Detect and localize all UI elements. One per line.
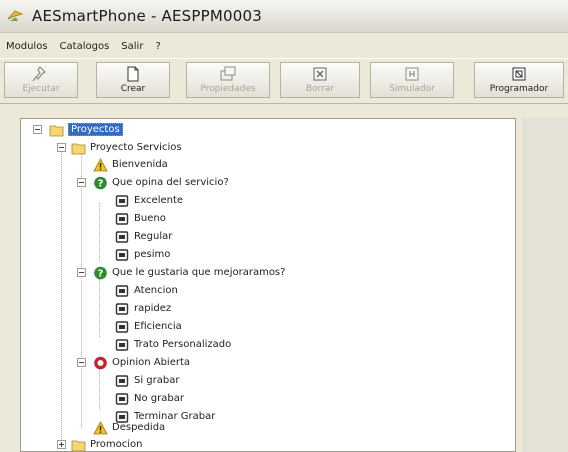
tree-collapse-toggle[interactable]	[33, 125, 42, 134]
tree-item-label: Proyectos	[68, 123, 123, 136]
tree-item-excelente[interactable]: Excelente	[115, 192, 183, 209]
tree-item-label: Que opina del servicio?	[112, 177, 229, 188]
folder-icon	[71, 143, 86, 154]
option-icon	[115, 374, 129, 387]
propiedades-label: Propiedades	[200, 84, 256, 94]
question-icon: ?	[94, 266, 107, 279]
tree-collapse-toggle[interactable]	[77, 268, 86, 277]
menu-bar: Modulos Catalogos Salir ?	[0, 36, 568, 56]
option-icon	[115, 320, 129, 333]
tree-item-bueno[interactable]: Bueno	[115, 210, 166, 227]
tree-item-label: rapidez	[134, 303, 172, 314]
option-icon	[115, 248, 129, 261]
tree-connector	[99, 203, 100, 261]
toolbar: Ejecutar Crear Propiedades Borrar Simula…	[0, 58, 568, 104]
option-icon	[115, 230, 129, 243]
tree-expand-toggle[interactable]	[57, 440, 66, 449]
tree-item-trato-personalizado[interactable]: Trato Personalizado	[115, 336, 231, 353]
tree-connector	[81, 151, 82, 427]
tree-item-eficiencia[interactable]: Eficiencia	[115, 318, 182, 335]
menu-salir[interactable]: Salir	[115, 41, 149, 52]
programmer-icon	[512, 67, 526, 81]
menu-modulos[interactable]: Modulos	[0, 41, 54, 52]
borrar-button[interactable]: Borrar	[280, 62, 360, 98]
tree-item-label: Promocion	[90, 439, 143, 450]
tree-item-label: Bienvenida	[112, 159, 168, 170]
tree-item-label: Excelente	[134, 195, 184, 206]
option-icon	[115, 338, 129, 351]
tree-item-despedida[interactable]: Despedida	[93, 419, 165, 436]
tree-item-proyectos[interactable]: Proyectos	[49, 121, 123, 138]
programador-label: Programador	[489, 84, 549, 94]
svg-text:?: ?	[98, 178, 104, 189]
borrar-label: Borrar	[305, 84, 335, 94]
crear-button[interactable]: Crear	[96, 62, 170, 98]
tree-connector	[61, 151, 62, 443]
option-icon	[115, 392, 129, 405]
tree-item-promocion[interactable]: Promocion	[71, 436, 143, 451]
tree-item-label: Eficiencia	[134, 321, 182, 332]
title-bar: AESmartPhone - AESPPM0003	[0, 0, 568, 33]
simulator-icon	[405, 67, 419, 81]
new-document-icon	[127, 66, 139, 82]
tree-item-que-opina[interactable]: ? Que opina del servicio?	[93, 174, 229, 191]
tree-item-opinion-abierta[interactable]: Opinion Abierta	[93, 354, 190, 371]
app-logo-icon	[7, 10, 24, 21]
propiedades-button[interactable]: Propiedades	[186, 62, 270, 98]
tree-item-atencion[interactable]: Atencion	[115, 282, 178, 299]
question-icon: ?	[94, 176, 107, 189]
tree-connector	[99, 279, 100, 337]
tree-item-label: Si grabar	[134, 375, 180, 386]
simulador-button[interactable]: Simulador	[370, 62, 454, 98]
tree-item-bienvenida[interactable]: Bienvenida	[93, 156, 168, 173]
tree-item-label: No grabar	[134, 393, 184, 404]
tree-item-label: pesimo	[134, 249, 171, 260]
option-icon	[115, 194, 129, 207]
ejecutar-button[interactable]: Ejecutar	[4, 62, 78, 98]
tree-item-regular[interactable]: Regular	[115, 228, 172, 245]
option-icon	[115, 302, 129, 315]
crear-label: Crear	[120, 84, 146, 94]
option-icon	[115, 212, 129, 225]
folder-icon	[71, 440, 86, 451]
tree-item-label: Atencion	[134, 285, 178, 296]
record-icon	[94, 356, 107, 369]
menu-catalogos[interactable]: Catalogos	[54, 41, 116, 52]
delete-icon	[313, 67, 327, 81]
warning-icon	[93, 420, 108, 434]
tree-item-si-grabar[interactable]: Si grabar	[115, 372, 179, 389]
tree-item-label: Bueno	[134, 213, 166, 224]
pin-icon	[32, 66, 46, 82]
tree-item-label: Regular	[134, 231, 173, 242]
tree-item-label: Que le gustaria que mejoraramos?	[112, 267, 286, 278]
option-icon	[115, 284, 129, 297]
tree-collapse-toggle[interactable]	[77, 358, 86, 367]
properties-panel	[522, 118, 568, 452]
ejecutar-label: Ejecutar	[22, 84, 60, 94]
tree-item-no-grabar[interactable]: No grabar	[115, 390, 184, 407]
tree-item-label: Opinion Abierta	[112, 357, 191, 368]
window-title: AESmartPhone - AESPPM0003	[32, 7, 262, 25]
tree-item-pesimo[interactable]: pesimo	[115, 246, 170, 263]
tree-item-label: Proyecto Servicios	[90, 142, 182, 153]
svg-text:?: ?	[98, 268, 104, 279]
warning-icon	[93, 157, 108, 171]
simulador-label: Simulador	[389, 84, 435, 94]
properties-icon	[220, 66, 236, 81]
menu-help[interactable]: ?	[149, 41, 166, 52]
tree-item-label: Despedida	[112, 422, 166, 433]
tree-collapse-toggle[interactable]	[77, 178, 86, 187]
tree-item-label: Trato Personalizado	[134, 339, 232, 350]
programador-button[interactable]: Programador	[474, 62, 564, 98]
tree-item-proyecto-servicios[interactable]: Proyecto Servicios	[71, 139, 182, 156]
tree-collapse-toggle[interactable]	[57, 143, 66, 152]
tree-item-que-le-gustaria[interactable]: ? Que le gustaria que mejoraramos?	[93, 264, 285, 281]
tree-item-rapidez[interactable]: rapidez	[115, 300, 171, 317]
project-tree[interactable]: Proyectos Proyecto Servicios Bienvenida …	[20, 118, 516, 452]
folder-icon	[49, 125, 64, 136]
